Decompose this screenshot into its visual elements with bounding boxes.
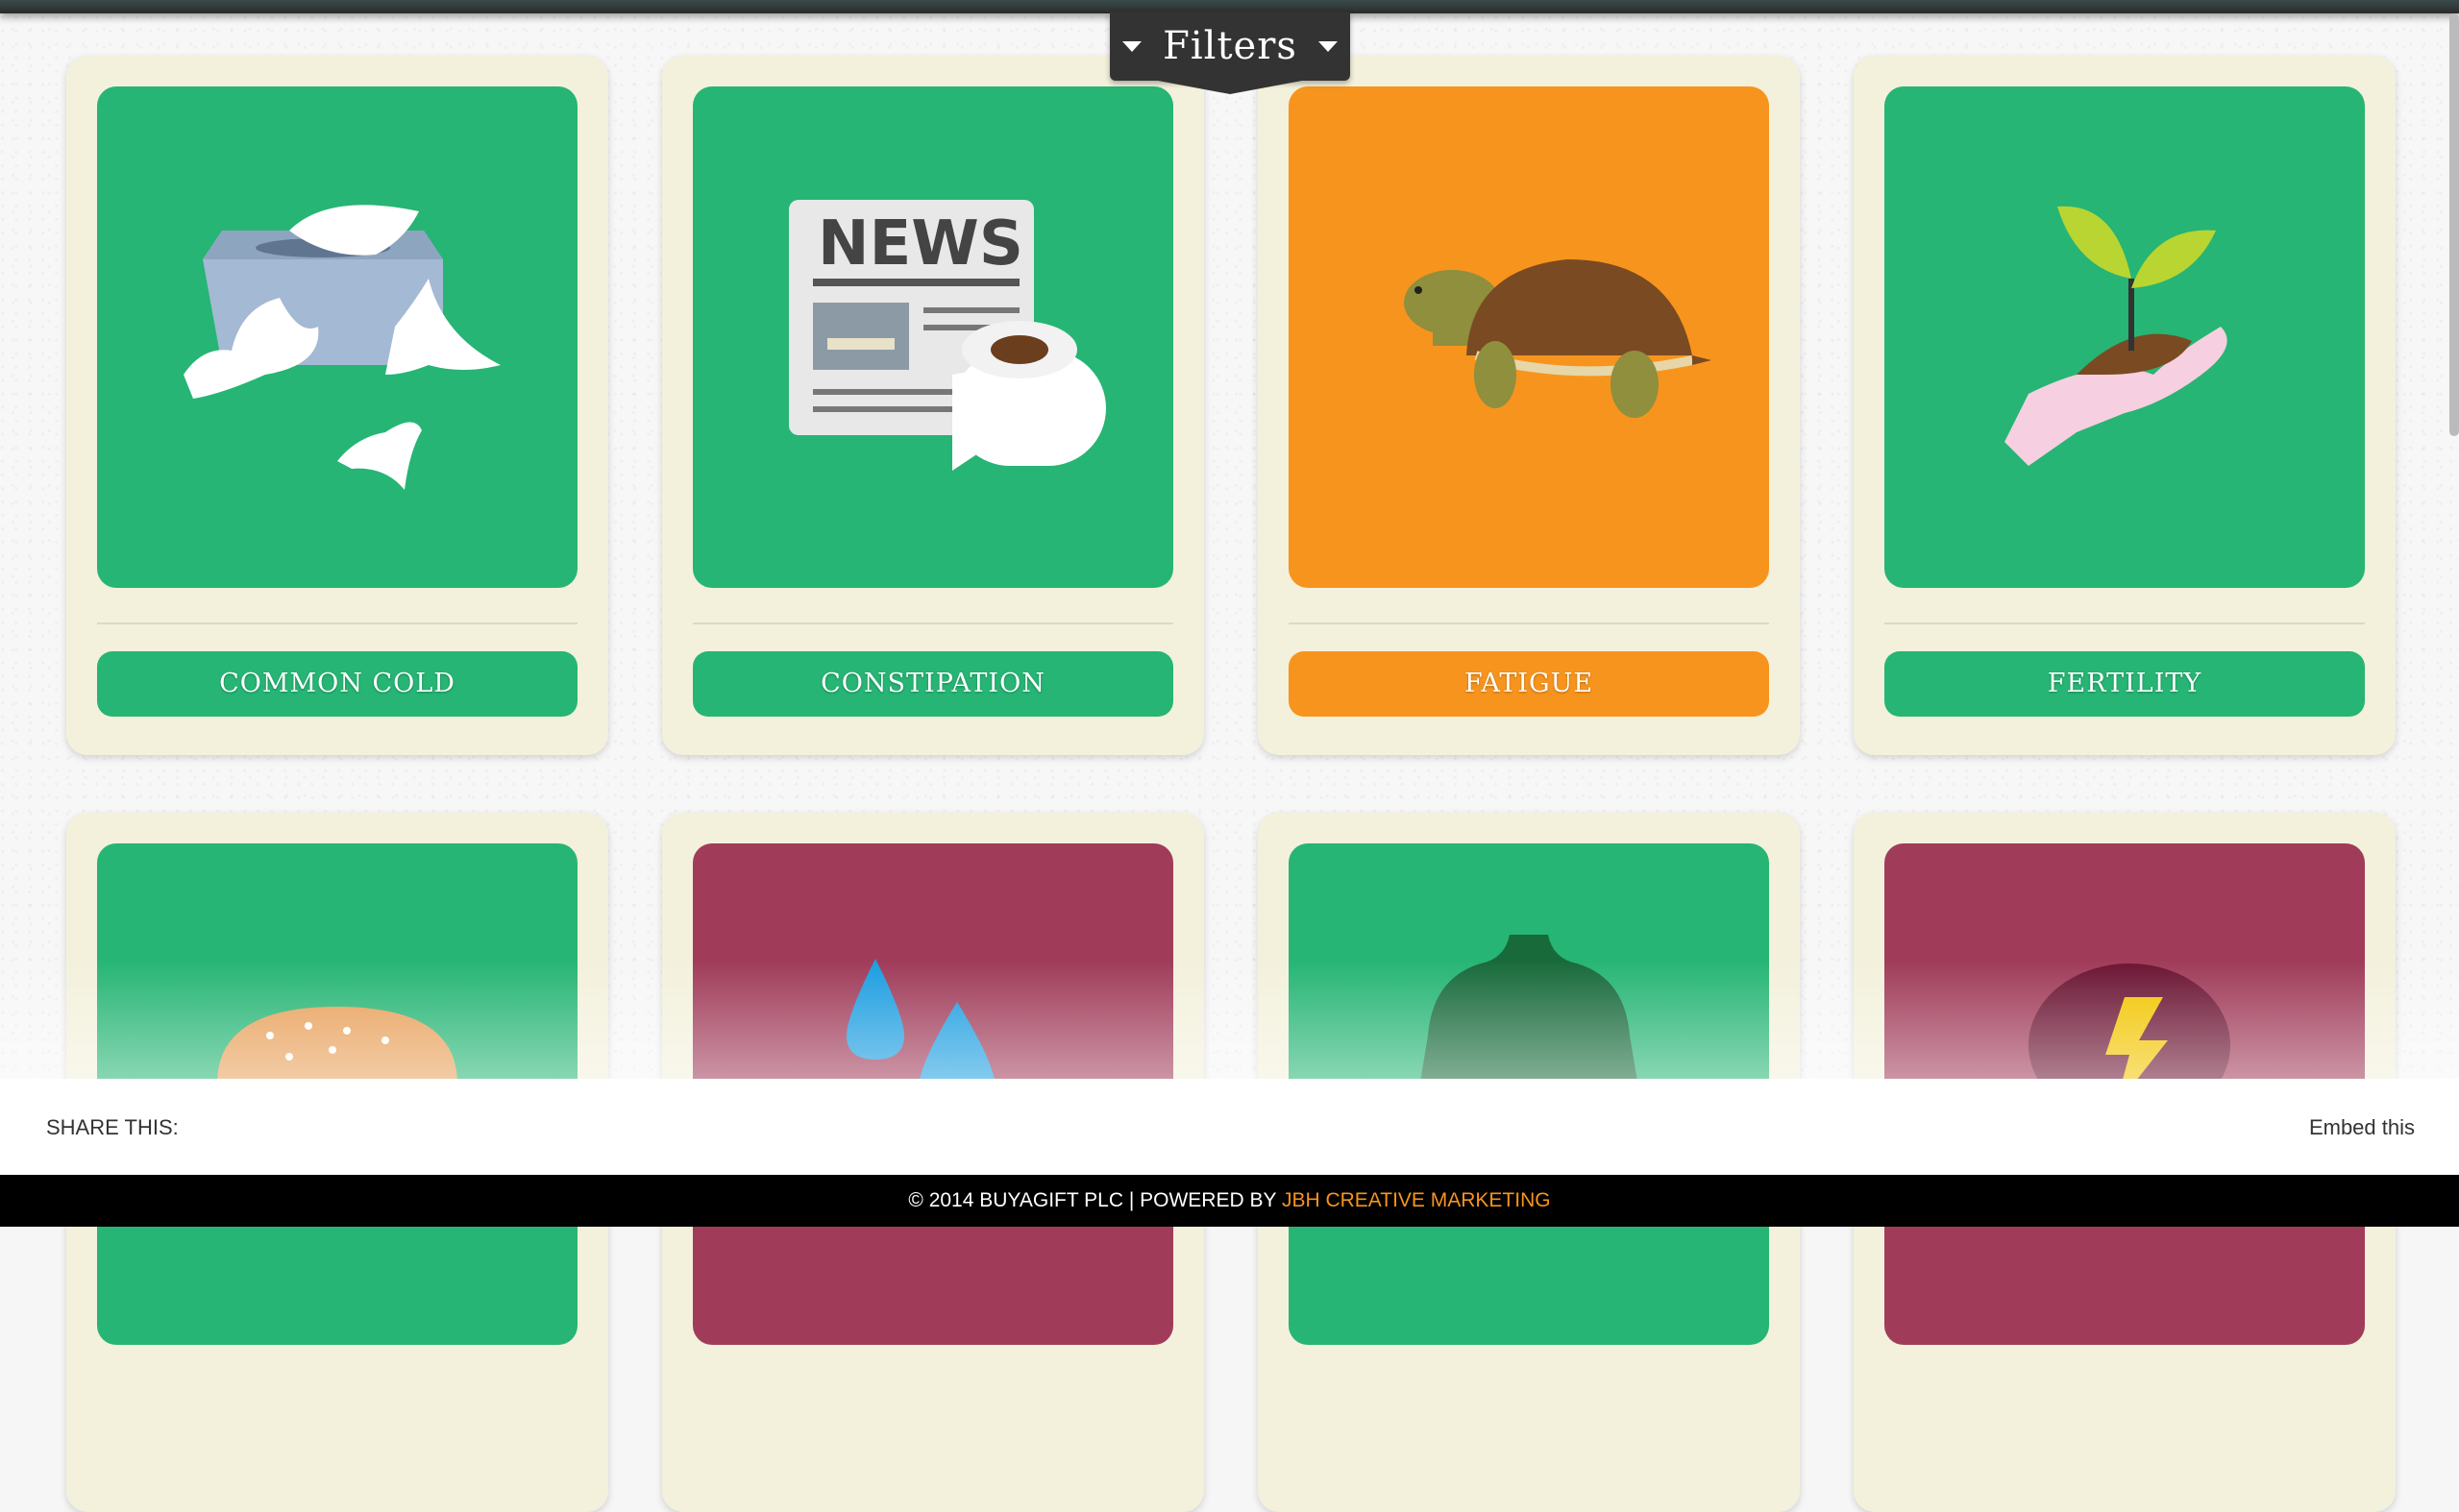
scrollbar[interactable] bbox=[2449, 13, 2459, 436]
hand-seedling-icon[interactable] bbox=[1884, 86, 2365, 588]
constipation-button[interactable]: CONSTIPATION bbox=[693, 651, 1173, 717]
share-label: SHARE THIS: bbox=[46, 1115, 179, 1139]
bottom-fade bbox=[0, 961, 2459, 1079]
newspaper-toilet-roll-icon[interactable]: NEWS bbox=[693, 86, 1173, 588]
chevron-down-icon bbox=[1317, 40, 1338, 52]
card-divider bbox=[693, 622, 1173, 624]
card-divider bbox=[97, 622, 578, 624]
embed-link[interactable]: Embed this bbox=[2309, 1115, 2415, 1140]
card-fertility[interactable]: FERTILITY bbox=[1854, 56, 2396, 755]
common-cold-button[interactable]: COMMON COLD bbox=[97, 651, 578, 717]
filters-toggle[interactable]: Filters bbox=[1110, 12, 1350, 94]
footer-copyright: © 2014 BUYAGIFT PLC | POWERED BY bbox=[908, 1189, 1282, 1211]
share-bar: SHARE THIS: Embed this bbox=[0, 1079, 2459, 1175]
svg-text:NEWS: NEWS bbox=[818, 208, 1023, 280]
chevron-down-icon bbox=[1122, 40, 1143, 52]
card-divider bbox=[1289, 622, 1769, 624]
tortoise-icon[interactable] bbox=[1289, 86, 1769, 588]
fatigue-button[interactable]: FATIGUE bbox=[1289, 651, 1769, 717]
footer-agency-link[interactable]: JBH CREATIVE MARKETING bbox=[1282, 1189, 1551, 1211]
filters-label: Filters bbox=[1163, 24, 1297, 68]
footer: © 2014 BUYAGIFT PLC | POWERED BY JBH CRE… bbox=[0, 1175, 2459, 1227]
tissue-box-icon[interactable] bbox=[97, 86, 578, 588]
card-constipation[interactable]: NEWS CONSTIPATION bbox=[662, 56, 1204, 755]
card-common-cold[interactable]: COMMON COLD bbox=[66, 56, 608, 755]
fertility-button[interactable]: FERTILITY bbox=[1884, 651, 2365, 717]
card-fatigue[interactable]: FATIGUE bbox=[1258, 56, 1800, 755]
card-divider bbox=[1884, 622, 2365, 624]
